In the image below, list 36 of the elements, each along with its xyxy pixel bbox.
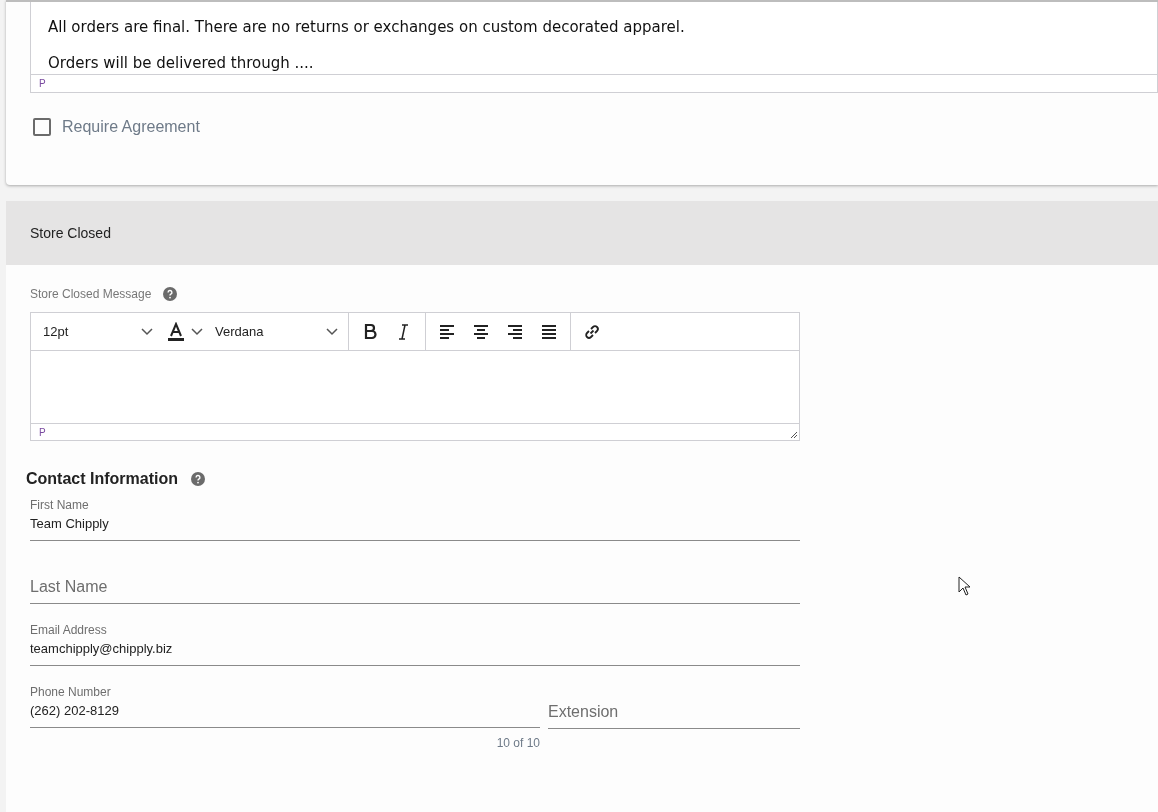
field-label: Phone Number [30,684,112,700]
field-label: First Name [30,497,90,513]
text-field[interactable]: Last Name [30,557,800,604]
editor-paragraph: Orders will be delivered through .... [48,54,315,73]
field-value: (262) 202-8129 [30,702,120,720]
checkbox[interactable] [33,118,51,136]
chevron-down-icon [191,327,203,336]
rich-text-editor[interactable]: 12pt Verdana P [30,312,800,441]
help-icon[interactable] [191,472,205,486]
resize-handle-icon[interactable] [789,430,798,439]
field-label: Store Closed Message [30,286,152,303]
text-field[interactable]: Email Address teamchipply@chipply.biz [30,620,800,666]
rich-text-editor[interactable]: All orders are final. There are no returns or exchanges on custom decorated apparel. Orders will be delivered through .... P [30,2,1158,93]
mouse-cursor-icon [958,576,971,596]
field-placeholder: Last Name [30,577,109,597]
panel-title: Store Closed [30,223,111,243]
font-size-select[interactable]: 12pt [31,313,159,350]
text-field[interactable]: First Name Team Chipply [30,495,800,541]
field-value: teamchipply@chipply.biz [30,640,174,658]
section-heading: Contact Information [26,469,178,489]
field-placeholder: Extension [548,702,620,722]
editor-paragraph: All orders are final. There are no returns or exchanges on custom decorated apparel. [48,18,686,37]
status-path: P [39,426,46,440]
chevron-down-icon [326,327,338,336]
status-path: P [39,78,46,89]
field-value: Team Chipply [30,515,110,533]
panel-header[interactable]: Store Closed [6,201,1158,265]
text-field[interactable]: Extension [548,682,800,729]
text-field[interactable]: Phone Number (262) 202-8129 [30,682,540,728]
font-family-select[interactable]: Verdana [211,313,348,350]
chevron-down-icon [141,327,153,336]
checkbox-label: Require Agreement [62,117,200,137]
character-counter: 10 of 10 [496,735,540,752]
text-color-icon [167,321,185,342]
help-icon[interactable] [163,287,178,301]
field-label: Email Address [30,622,108,638]
